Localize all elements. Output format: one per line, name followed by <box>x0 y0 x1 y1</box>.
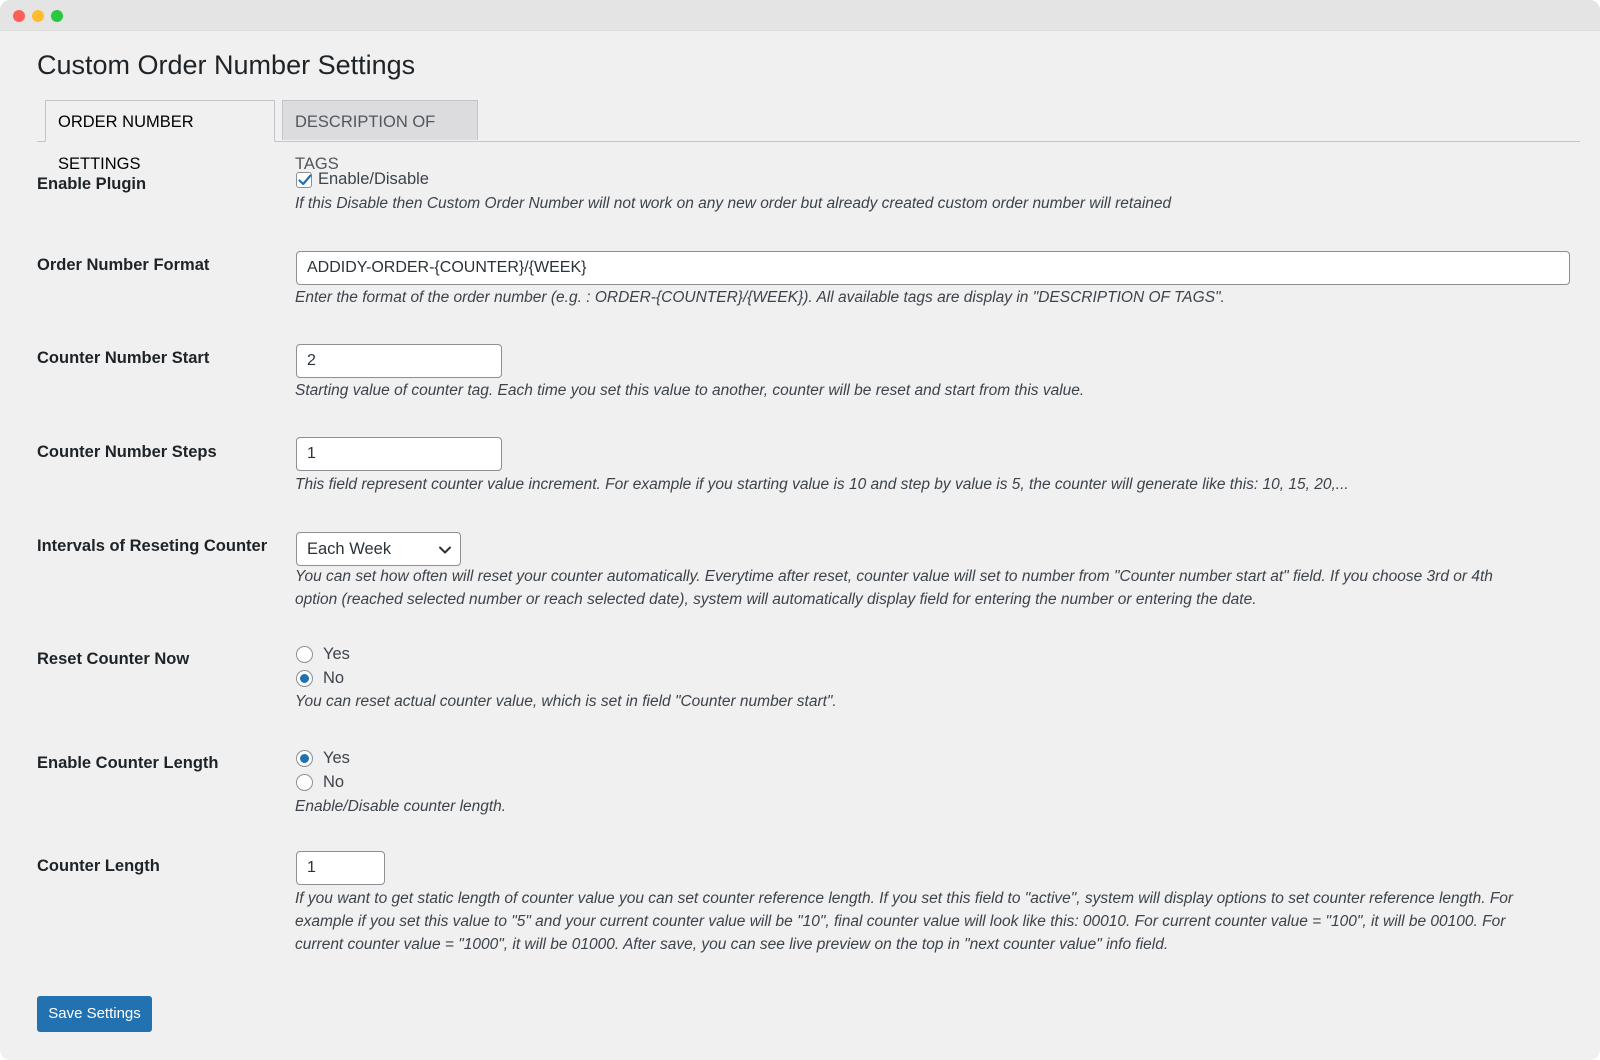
app-window: Custom Order Number Settings ORDER NUMBE… <box>0 0 1600 1060</box>
save-settings-button[interactable]: Save Settings <box>37 996 152 1032</box>
reset-interval-selected-value: Each Week <box>307 540 392 558</box>
order-number-format-description: Enter the format of the order number (e.… <box>295 289 1225 306</box>
enable-counter-length-description: Enable/Disable counter length. <box>295 798 507 815</box>
counter-length-input[interactable]: 1 <box>296 851 385 885</box>
enable-counter-length-no-label[interactable]: No <box>323 773 344 792</box>
tab-description-of-tags[interactable]: DESCRIPTION OF TAGS <box>282 100 478 173</box>
minimize-window-button[interactable] <box>32 10 44 22</box>
enable-counter-length-yes-label[interactable]: Yes <box>323 749 350 768</box>
enable-counter-length-no-radio[interactable] <box>296 774 313 791</box>
counter-steps-label: Counter Number Steps <box>37 443 217 461</box>
enable-plugin-checkbox-label[interactable]: Enable/Disable <box>318 170 429 189</box>
window-titlebar <box>0 0 1600 31</box>
counter-length-description-line3: current counter value = "1000", it will … <box>295 936 1169 953</box>
counter-start-label: Counter Number Start <box>37 349 210 367</box>
reset-now-label: Reset Counter Now <box>37 650 190 668</box>
enable-counter-length-label: Enable Counter Length <box>37 754 219 772</box>
reset-interval-description-line1: You can set how often will reset your co… <box>295 568 1493 585</box>
counter-steps-input[interactable]: 1 <box>296 437 502 471</box>
enable-counter-length-yes-radio[interactable] <box>296 750 313 767</box>
counter-start-input[interactable]: 2 <box>296 344 502 378</box>
enable-plugin-checkbox[interactable] <box>296 172 312 188</box>
counter-length-label: Counter Length <box>37 857 160 875</box>
order-number-format-label: Order Number Format <box>37 256 210 274</box>
counter-length-description-line1: If you want to get static length of coun… <box>295 890 1514 907</box>
reset-interval-select[interactable]: Each Week <box>296 532 461 566</box>
reset-now-no-radio[interactable] <box>296 670 313 687</box>
enable-plugin-label: Enable Plugin <box>37 175 147 193</box>
reset-now-yes-label[interactable]: Yes <box>323 645 350 664</box>
maximize-window-button[interactable] <box>51 10 63 22</box>
enable-plugin-description: If this Disable then Custom Order Number… <box>295 195 1172 212</box>
checkmark-icon <box>298 174 312 186</box>
close-window-button[interactable] <box>13 10 25 22</box>
counter-start-description: Starting value of counter tag. Each time… <box>295 382 1085 399</box>
counter-length-description-line2: example if you set this value to "5" and… <box>295 913 1506 930</box>
reset-now-description: You can reset actual counter value, whic… <box>295 693 837 710</box>
reset-interval-label: Intervals of Reseting Counter <box>37 537 268 555</box>
order-number-format-input[interactable]: ADDIDY-ORDER-{COUNTER}/{WEEK} <box>296 251 1570 285</box>
tab-order-number-settings[interactable]: ORDER NUMBER SETTINGS <box>45 100 275 173</box>
settings-tabs: ORDER NUMBER SETTINGS DESCRIPTION OF TAG… <box>37 100 1580 173</box>
counter-steps-description: This field represent counter value incre… <box>295 476 1349 493</box>
page-title: Custom Order Number Settings <box>37 50 416 80</box>
reset-interval-description-line2: option (reached selected number or reach… <box>295 591 1257 608</box>
reset-now-yes-radio[interactable] <box>296 646 313 663</box>
chevron-down-icon <box>439 546 451 554</box>
reset-now-no-label[interactable]: No <box>323 669 344 688</box>
